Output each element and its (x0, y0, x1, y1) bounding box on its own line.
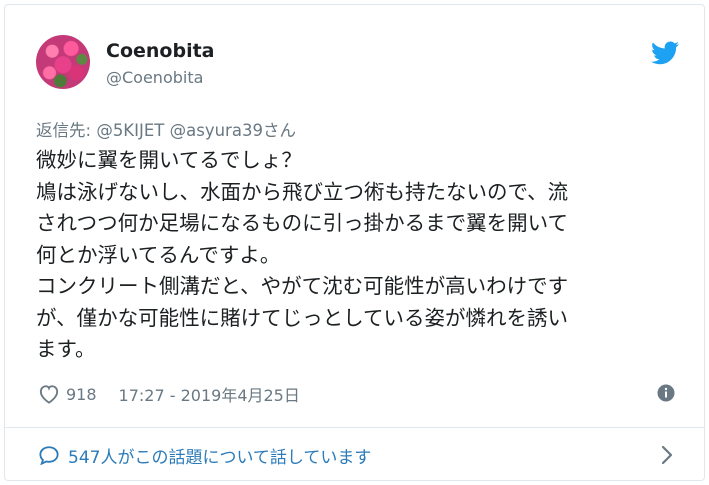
reply-mention-5kijet[interactable]: @5KIJET (96, 121, 164, 140)
tweet-meta: 918 17:27 - 2019年4月25日 (38, 381, 300, 407)
reply-suffix: さん (262, 121, 296, 140)
tweet-line: コンクリート側溝だと、やがて沈む可能性が高いわけです (36, 274, 569, 298)
tweet-line: 鳩は泳げないし、水面から飛び立つ術も持たないので、流 (36, 179, 569, 204)
tweet-line: 微妙に翼を開いてるでしょ？ (36, 148, 302, 172)
tweet-line: されつつ何か足場になるものに引っ掛かるまで翼を開いて (36, 211, 568, 235)
speech-bubble-icon (39, 446, 59, 465)
avatar[interactable] (36, 35, 90, 89)
heart-icon[interactable] (38, 384, 60, 404)
divider (5, 427, 704, 428)
tweet-line: 何とか浮いてるんですよ。 (36, 242, 281, 267)
like-count[interactable]: 918 (66, 385, 97, 404)
tweet-text: 微妙に翼を開いてるでしょ？ 鳩は泳げないし、水面から飛び立つ術も持たないので、流… (36, 145, 686, 366)
reply-mention-asyura39[interactable]: @asyura39 (170, 121, 263, 140)
timestamp[interactable]: 17:27 - 2019年4月25日 (119, 382, 300, 406)
author-display-name[interactable]: Coenobita (106, 40, 214, 62)
info-icon[interactable] (657, 384, 675, 402)
tweet-line: が、僅かな可能性に賭けてじっとしている姿が憐れを誘い (36, 305, 568, 330)
chevron-right-icon[interactable] (660, 444, 674, 466)
twitter-bird-icon[interactable] (651, 41, 679, 65)
tweet-line: ます。 (36, 337, 96, 361)
tweet-card[interactable]: Coenobita @Coenobita 返信先: @5KIJET @asyur… (4, 4, 705, 481)
reply-prefix: 返信先: (36, 121, 92, 140)
conversation-label[interactable]: 547人がこの話題について話しています (68, 443, 371, 468)
conversation-link[interactable]: 547人がこの話題について話しています (38, 442, 371, 468)
author-screen-name[interactable]: @Coenobita (106, 68, 203, 87)
reply-context: 返信先: @5KIJET @asyura39さん (36, 117, 296, 141)
